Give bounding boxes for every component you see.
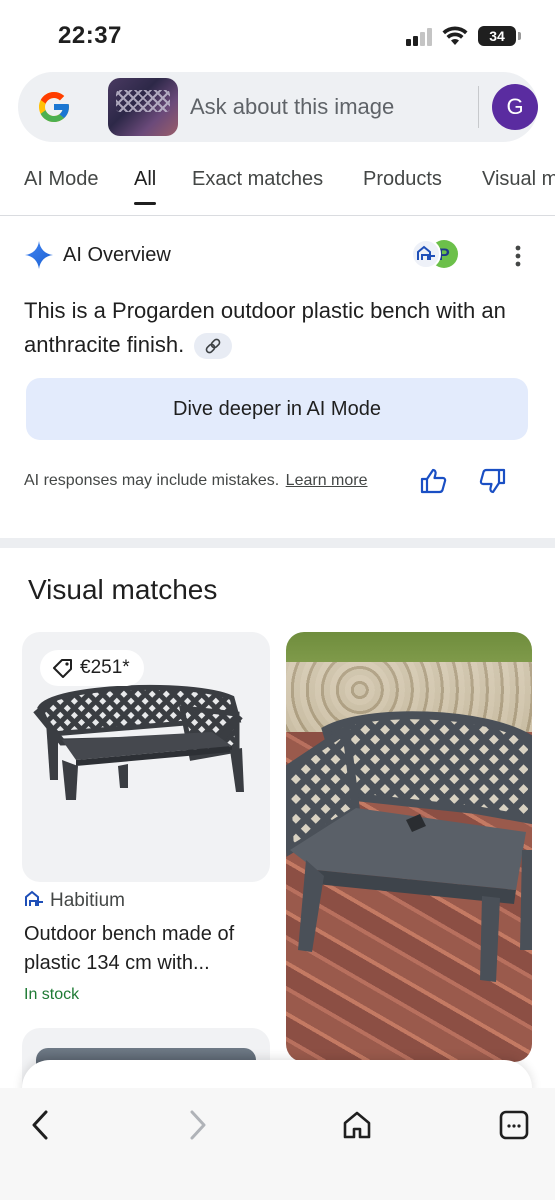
price-badge: €251*: [40, 650, 144, 686]
disclaimer-text: AI responses may include mistakes.: [24, 472, 280, 489]
thumb-up-icon[interactable]: [418, 466, 448, 496]
cell-signal-icon: [406, 28, 432, 46]
learn-more-link[interactable]: Learn more: [286, 472, 368, 489]
source-name: Habitium: [50, 890, 125, 911]
account-avatar[interactable]: G: [492, 84, 538, 130]
product-title[interactable]: Outdoor bench made of plastic 134 cm wit…: [24, 920, 264, 978]
tab-ai-mode[interactable]: AI Mode: [24, 168, 98, 191]
habitium-icon: [25, 890, 43, 906]
battery-indicator: 34: [478, 26, 521, 46]
stock-status: In stock: [24, 986, 80, 1003]
sparkle-icon: [25, 241, 53, 269]
bench-photo-image[interactable]: [286, 700, 532, 990]
product-source[interactable]: Habitium: [24, 890, 125, 912]
dive-deeper-button[interactable]: Dive deeper in AI Mode: [26, 378, 528, 440]
browser-toolbar: [0, 1088, 555, 1200]
google-logo-icon: [39, 92, 69, 122]
tabs-icon[interactable]: [497, 1108, 531, 1142]
ai-overview-header: AI Overview P: [24, 238, 534, 270]
citation-link-chip[interactable]: [194, 333, 233, 360]
tab-visual-matches[interactable]: Visual m: [482, 168, 555, 191]
search-bar[interactable]: Ask about this image G: [18, 72, 538, 142]
visual-matches-title: Visual matches: [28, 574, 218, 605]
more-vert-icon[interactable]: [508, 242, 528, 270]
ai-overview-text: This is a Progarden outdoor plastic benc…: [24, 298, 506, 357]
search-divider: [478, 86, 479, 128]
thumb-down-icon[interactable]: [478, 466, 508, 496]
ai-overview-title: AI Overview: [63, 244, 171, 266]
back-icon[interactable]: [24, 1108, 58, 1142]
tab-exact-matches[interactable]: Exact matches: [192, 168, 323, 191]
search-input[interactable]: Ask about this image: [190, 94, 394, 120]
price-value: €251*: [80, 657, 130, 678]
status-time: 22:37: [58, 22, 122, 49]
status-bar: 22:37 34: [0, 0, 555, 70]
source-favicons-icon[interactable]: P: [410, 238, 462, 270]
search-tabs: AI Mode All Exact matches Products Visua…: [0, 150, 555, 216]
tab-all[interactable]: All: [134, 168, 157, 205]
price-tag-icon: [53, 659, 72, 678]
tab-products[interactable]: Products: [363, 168, 442, 191]
section-divider: [0, 538, 555, 548]
home-icon[interactable]: [340, 1108, 374, 1142]
query-image-thumbnail[interactable]: [108, 78, 178, 136]
forward-icon[interactable]: [180, 1108, 214, 1142]
ai-disclaimer: AI responses may include mistakes. Learn…: [24, 472, 368, 490]
link-icon: [205, 338, 221, 354]
wifi-icon: [442, 26, 468, 45]
bench-product-image[interactable]: [32, 680, 252, 810]
ai-overview-text-block: This is a Progarden outdoor plastic benc…: [24, 294, 524, 362]
